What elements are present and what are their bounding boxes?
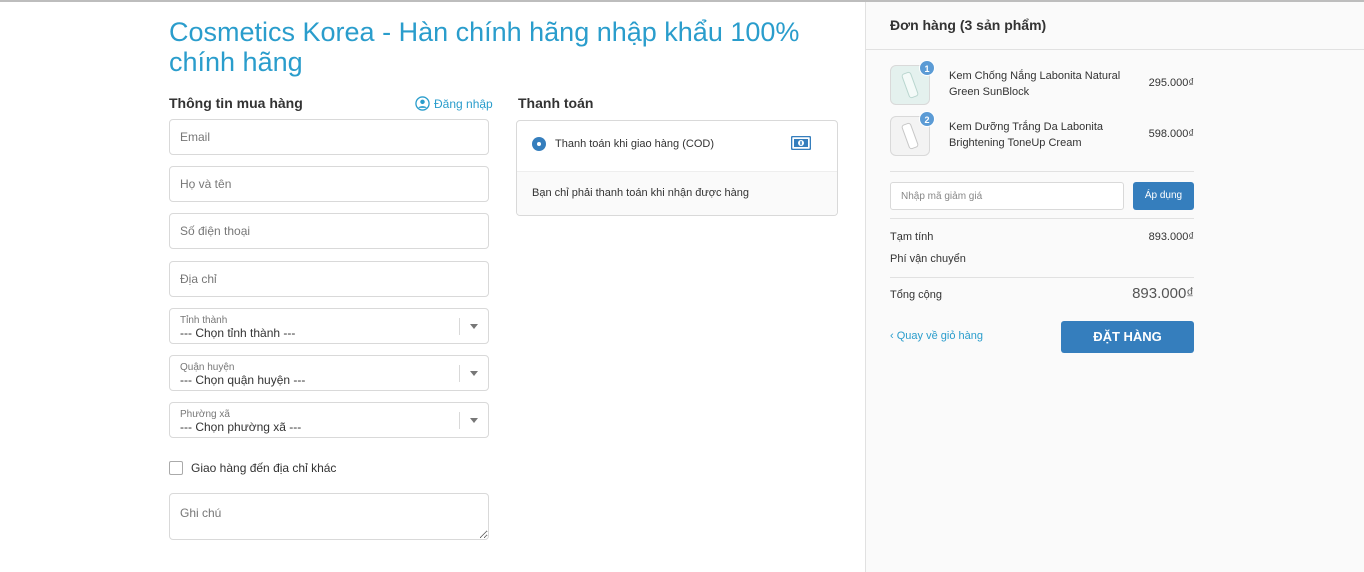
chevron-down-icon <box>470 418 478 423</box>
product-tube <box>900 71 920 99</box>
email-input[interactable] <box>170 120 488 154</box>
district-select[interactable]: Quận huyện --- Chọn quận huyện --- <box>169 355 489 391</box>
other-address-row[interactable]: Giao hàng đến địa chỉ khác <box>169 461 336 475</box>
product-tube <box>900 122 920 150</box>
note-textarea[interactable] <box>170 494 488 539</box>
select-separator <box>459 412 460 429</box>
payment-heading: Thanh toán <box>518 95 594 111</box>
order-summary: Đơn hàng (3 sản phẩm) 1 Kem Chống Nắng L… <box>865 2 1364 572</box>
payment-description: Bạn chỉ phải thanh toán khi nhận được hà… <box>517 171 837 215</box>
item-name: Kem Dưỡng Trắng Da Labonita Brightening … <box>949 121 1103 149</box>
total-row: Tổng cộng 893.000₫ <box>890 285 1194 302</box>
total-label: Tổng cộng <box>890 289 942 301</box>
divider <box>890 277 1194 278</box>
divider <box>890 171 1194 172</box>
ward-value: --- Chọn phường xã --- <box>180 420 302 434</box>
product-image: 1 <box>890 60 935 105</box>
login-label: Đăng nhập <box>434 96 493 111</box>
chevron-down-icon <box>470 324 478 329</box>
address-field[interactable] <box>169 261 489 297</box>
back-to-cart-link[interactable]: ‹ Quay về giỏ hàng <box>890 330 983 342</box>
login-link[interactable]: Đăng nhập <box>415 96 493 111</box>
total-value: 893.000₫ <box>1132 285 1194 302</box>
province-label: Tỉnh thành <box>180 315 228 326</box>
order-item: 1 Kem Chống Nắng Labonita Natural Green … <box>890 60 1194 105</box>
ward-select[interactable]: Phường xã --- Chọn phường xã --- <box>169 402 489 438</box>
other-address-label: Giao hàng đến địa chỉ khác <box>191 461 337 475</box>
quantity-badge: 2 <box>919 111 935 127</box>
place-order-button[interactable]: ĐẶT HÀNG <box>1061 321 1194 353</box>
province-value: --- Chọn tỉnh thành --- <box>180 326 296 340</box>
order-item: 2 Kem Dưỡng Trắng Da Labonita Brightenin… <box>890 111 1194 156</box>
payment-option-cod[interactable]: Thanh toán khi giao hàng (COD) <box>517 121 837 171</box>
shipping-label: Phí vận chuyển <box>890 253 966 265</box>
address-input[interactable] <box>170 262 488 296</box>
shipping-row: Phí vận chuyển <box>890 253 1194 265</box>
back-to-cart-label: Quay về giỏ hàng <box>896 330 983 342</box>
discount-field[interactable] <box>890 182 1124 210</box>
item-price: 295.000₫ <box>1148 77 1194 89</box>
order-heading: Đơn hàng (3 sản phẩm) <box>866 2 1364 50</box>
subtotal-row: Tạm tính 893.000₫ <box>890 231 1194 243</box>
cash-icon <box>791 136 811 150</box>
payment-radio[interactable] <box>532 137 546 151</box>
product-image: 2 <box>890 111 935 156</box>
payment-method-label: Thanh toán khi giao hàng (COD) <box>555 138 714 150</box>
ward-label: Phường xã <box>180 409 230 420</box>
fullname-input[interactable] <box>170 167 488 201</box>
item-name: Kem Chống Nắng Labonita Natural Green Su… <box>949 70 1121 98</box>
other-address-checkbox[interactable] <box>169 461 183 475</box>
subtotal-value: 893.000₫ <box>1148 231 1194 243</box>
quantity-badge: 1 <box>919 60 935 76</box>
select-separator <box>459 365 460 382</box>
district-label: Quận huyện <box>180 362 235 373</box>
user-circle-icon <box>415 96 430 111</box>
shop-title: Cosmetics Korea - Hàn chính hãng nhập kh… <box>169 17 800 77</box>
chevron-down-icon <box>470 371 478 376</box>
item-price: 598.000₫ <box>1148 128 1194 140</box>
chevron-left-icon: ‹ <box>890 330 894 342</box>
checkout-main: Cosmetics Korea - Hàn chính hãng nhập kh… <box>0 2 865 572</box>
payment-method-box: Thanh toán khi giao hàng (COD) Bạn chỉ p… <box>516 120 838 216</box>
buyer-info-heading: Thông tin mua hàng <box>169 95 303 111</box>
email-field[interactable] <box>169 119 489 155</box>
discount-input[interactable] <box>891 183 1123 209</box>
phone-field[interactable] <box>169 213 489 249</box>
district-value: --- Chọn quận huyện --- <box>180 373 306 387</box>
phone-input[interactable] <box>170 214 488 248</box>
select-separator <box>459 318 460 335</box>
subtotal-label: Tạm tính <box>890 231 934 243</box>
note-field[interactable] <box>169 493 489 540</box>
province-select[interactable]: Tỉnh thành --- Chọn tỉnh thành --- <box>169 308 489 344</box>
fullname-field[interactable] <box>169 166 489 202</box>
divider <box>890 218 1194 219</box>
apply-discount-button[interactable]: Áp dụng <box>1133 182 1194 210</box>
